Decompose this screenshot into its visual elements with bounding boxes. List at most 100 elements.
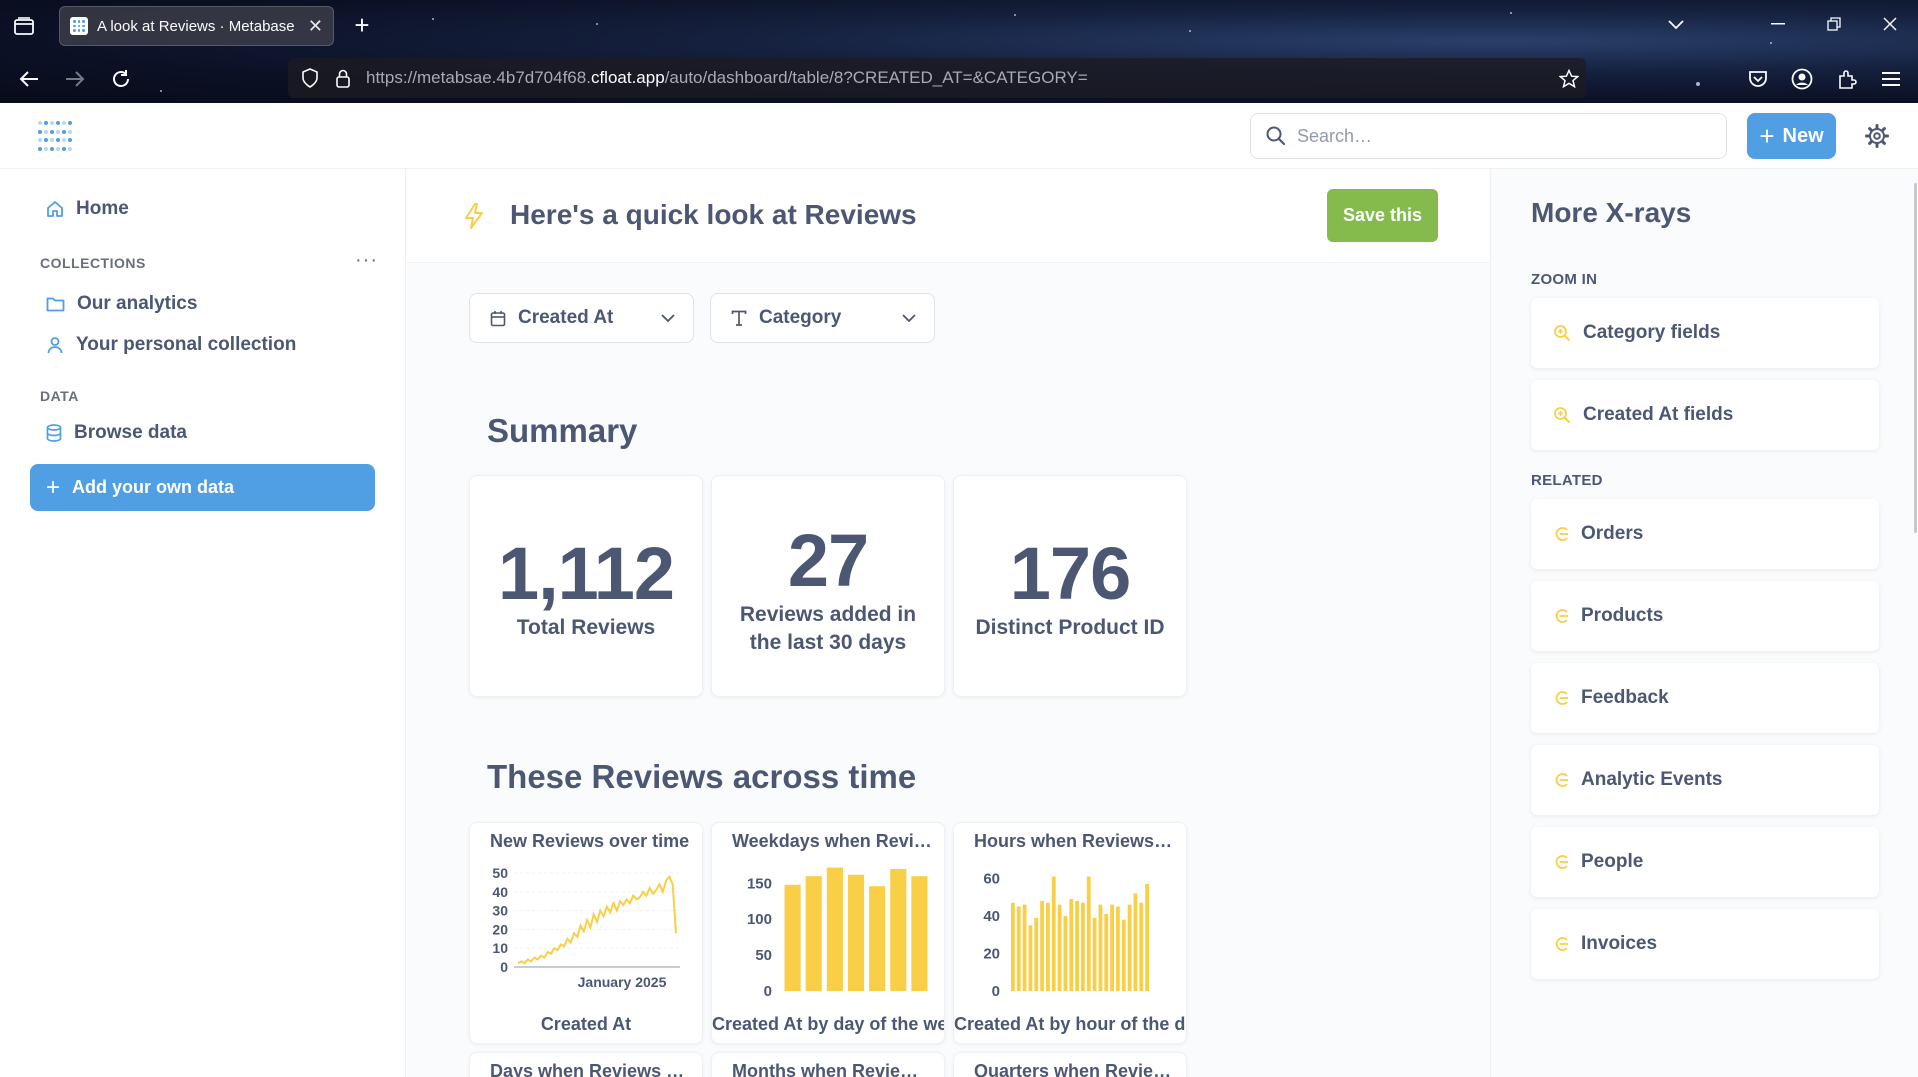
bar xyxy=(847,874,865,991)
xray-zoom-category-fields[interactable]: Category fields xyxy=(1531,298,1879,368)
chart-card-days[interactable]: Days when Reviews w... xyxy=(469,1052,703,1077)
back-icon[interactable] xyxy=(16,66,42,92)
xray-item-label: Feedback xyxy=(1581,687,1669,708)
browser-tab[interactable]: A look at Reviews · Metabase ✕ xyxy=(59,6,334,46)
bar xyxy=(1040,900,1044,991)
scalar-value: 27 xyxy=(787,519,869,602)
series-line xyxy=(517,874,677,965)
bar xyxy=(1016,906,1021,991)
bar xyxy=(1133,893,1138,991)
forward-icon[interactable] xyxy=(62,66,88,92)
scalar-card-total-reviews[interactable]: 1,112 Total Reviews xyxy=(469,475,703,697)
more-options-icon[interactable]: ··· xyxy=(355,249,378,272)
chart-card-months[interactable]: Months when Reviews ... xyxy=(711,1052,945,1077)
xray-related-analytic-events[interactable]: Analytic Events xyxy=(1531,745,1879,815)
chart-title: Weekdays when Revie... xyxy=(732,831,932,851)
bar xyxy=(1127,904,1132,991)
chart-card-weekdays[interactable]: Weekdays when Revie... 0 50 100 150 Created… xyxy=(711,822,945,1044)
scalar-card-recent-reviews[interactable]: 27 Reviews added in the last 30 days xyxy=(711,475,945,697)
extensions-icon[interactable] xyxy=(1835,67,1859,91)
chart-x-axis-label: Created At by hour of the day xyxy=(954,1014,1186,1034)
restore-icon[interactable] xyxy=(1822,12,1846,36)
save-this-button[interactable]: Save this xyxy=(1327,189,1438,242)
bar xyxy=(1081,902,1085,991)
xray-item-label: Category fields xyxy=(1583,322,1721,343)
close-tab-icon[interactable]: ✕ xyxy=(308,16,323,37)
new-tab-icon[interactable]: + xyxy=(350,10,374,40)
close-window-icon[interactable] xyxy=(1878,12,1902,36)
tracking-protection-shield-icon[interactable] xyxy=(300,68,320,88)
search-placeholder: Search… xyxy=(1297,125,1373,146)
list-all-tabs-icon[interactable] xyxy=(1663,12,1689,38)
address-bar[interactable]: https://metabsae.4b7d704f68. cfloat.app/a… xyxy=(288,58,1586,98)
account-icon[interactable] xyxy=(1790,67,1814,91)
chart-card-reviews-over-time[interactable]: New Reviews over time 0 10 20 30 40 50 January… xyxy=(469,822,703,1044)
xray-related-products[interactable]: Products xyxy=(1531,581,1879,651)
bar xyxy=(1110,904,1114,991)
minimize-icon[interactable] xyxy=(1766,12,1790,36)
xray-related-invoices[interactable]: Invoices xyxy=(1531,909,1879,979)
y-tick-label: 50 xyxy=(755,947,772,964)
scalar-value: 1,112 xyxy=(497,532,675,615)
chart-card-quarters[interactable]: Quarters when Review... xyxy=(953,1052,1187,1077)
menu-hamburger-icon[interactable] xyxy=(1879,67,1903,91)
y-tick-label: 0 xyxy=(500,959,508,975)
bookmark-star-icon[interactable] xyxy=(1558,68,1580,90)
dashboard-header: Here's a quick look at Reviews Save this xyxy=(407,169,1489,263)
related-heading: RELATED xyxy=(1531,472,1603,489)
settings-gear-icon[interactable] xyxy=(1864,123,1890,149)
bar-chart: 0 20 40 60 xyxy=(983,870,1149,1000)
line-chart: 0 10 20 30 40 50 January 2025 xyxy=(492,865,680,990)
sidebar-item-browse-data[interactable]: Browse data xyxy=(30,413,375,453)
bar xyxy=(826,867,843,991)
app-navbar: Search… + New xyxy=(0,103,1918,169)
url-prefix: https://metabsae.4b7d704f68. xyxy=(366,68,591,87)
chart-title: Days when Reviews w... xyxy=(490,1061,690,1077)
scalar-label: Distinct Product ID xyxy=(975,616,1165,639)
xray-related-orders[interactable]: Orders xyxy=(1531,499,1879,569)
add-data-label: Add your own data xyxy=(72,477,235,497)
bar xyxy=(784,884,801,991)
url-domain: cfloat.app xyxy=(590,68,665,87)
zoom-in-heading: ZOOM IN xyxy=(1531,271,1598,288)
sidebar-item-label: Our analytics xyxy=(77,293,198,314)
chart-card-hours[interactable]: Hours when Reviews w... 0 20 40 60 Created … xyxy=(953,822,1187,1044)
filter-label: Category xyxy=(759,307,842,328)
lock-icon[interactable] xyxy=(334,68,352,88)
new-button[interactable]: + New xyxy=(1747,113,1836,159)
pocket-icon[interactable] xyxy=(1746,67,1770,91)
sidebar-item-home[interactable]: Home xyxy=(30,189,375,229)
search-input[interactable]: Search… xyxy=(1250,113,1727,159)
bar xyxy=(911,876,928,991)
left-sidebar: Home COLLECTIONS ··· Our analytics Your … xyxy=(0,169,406,1077)
browser-chrome: A look at Reviews · Metabase ✕ + https:/… xyxy=(0,0,1918,103)
xray-related-people[interactable]: People xyxy=(1531,827,1879,897)
add-your-own-data-button[interactable]: + Add your own data xyxy=(30,464,375,511)
sidebar-item-our-analytics[interactable]: Our analytics xyxy=(30,284,375,324)
background-star xyxy=(1189,30,1191,32)
bar xyxy=(1145,884,1149,991)
bar-chart: 0 50 100 150 xyxy=(747,867,928,1000)
page-scrollbar[interactable] xyxy=(1914,183,1917,533)
xray-related-feedback[interactable]: Feedback xyxy=(1531,663,1879,733)
tab-list-icon[interactable] xyxy=(10,12,38,40)
background-star xyxy=(596,23,598,25)
background-star xyxy=(1014,14,1016,16)
zoom-in-icon xyxy=(1554,407,1571,424)
xray-item-label: Invoices xyxy=(1581,933,1658,954)
xray-panel-title: More X-rays xyxy=(1531,197,1692,228)
created-at-filter[interactable]: Created At xyxy=(469,293,694,343)
y-tick-label: 40 xyxy=(492,884,508,900)
connections-icon xyxy=(1555,773,1568,787)
category-filter[interactable]: Category xyxy=(710,293,935,343)
sidebar-item-personal-collection[interactable]: Your personal collection xyxy=(30,325,375,365)
metabase-logo-icon[interactable] xyxy=(38,121,72,153)
summary-section-title: Summary xyxy=(487,412,638,449)
search-icon xyxy=(1265,125,1287,152)
reload-icon[interactable] xyxy=(108,66,134,92)
xray-item-label: Analytic Events xyxy=(1581,769,1723,790)
xray-zoom-created-at-fields[interactable]: Created At fields xyxy=(1531,380,1879,450)
bar xyxy=(1011,902,1015,991)
more-xrays-panel: More X-rays ZOOM IN Category fields Crea… xyxy=(1490,169,1918,1077)
scalar-card-distinct-product-id[interactable]: 176 Distinct Product ID xyxy=(953,475,1187,697)
